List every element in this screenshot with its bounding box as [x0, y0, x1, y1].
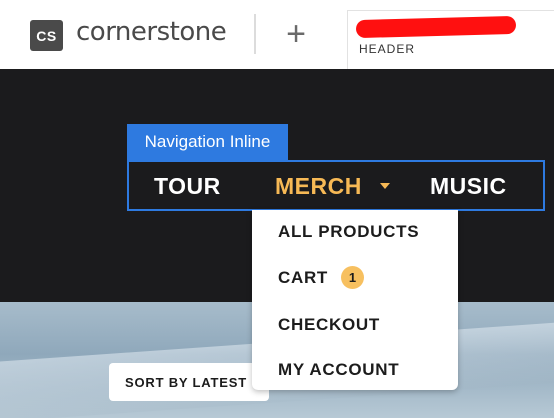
menu-item-cart[interactable]: CART — [278, 268, 328, 288]
builder-toolbar: CS cornerstone + HEADER — [0, 0, 554, 70]
caret-down-icon[interactable] — [380, 183, 390, 189]
header-tab-label: HEADER — [359, 42, 416, 56]
element-label-navigation-inline[interactable]: Navigation Inline — [127, 124, 288, 160]
cornerstone-logo-icon[interactable]: CS — [30, 20, 63, 51]
redaction-mark — [355, 15, 517, 39]
sort-select-label: SORT BY LATEST — [125, 375, 247, 390]
add-element-button[interactable]: + — [278, 14, 314, 54]
cart-count-badge: 1 — [341, 266, 364, 289]
menu-item-all-products[interactable]: ALL PRODUCTS — [278, 222, 419, 242]
nav-item-tour[interactable]: TOUR — [154, 173, 221, 200]
toolbar-divider — [254, 14, 256, 54]
nav-item-merch[interactable]: MERCH — [275, 173, 362, 200]
menu-item-my-account[interactable]: MY ACCOUNT — [278, 360, 399, 380]
header-tab[interactable]: HEADER — [347, 10, 554, 70]
nav-item-music[interactable]: MUSIC — [430, 173, 507, 200]
logo-text: cornerstone — [76, 17, 227, 47]
menu-item-checkout[interactable]: CHECKOUT — [278, 315, 380, 335]
